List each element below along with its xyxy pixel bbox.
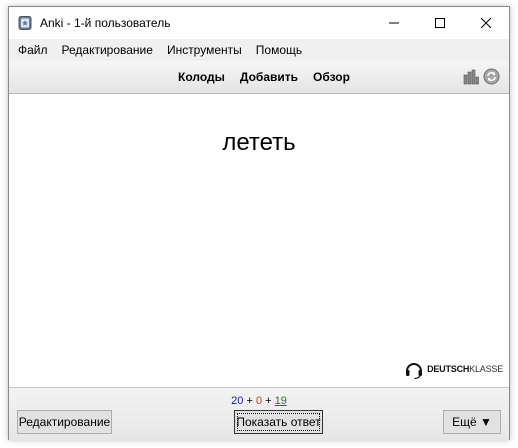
logo-text-bold: DEUTSCH [427,364,470,374]
show-answer-button[interactable]: Показать ответ [234,410,323,434]
minimize-icon [389,22,399,24]
count-separator: + [246,395,253,407]
menu-file[interactable]: Файл [11,43,55,57]
anki-window: Anki - 1-й пользователь Файл Редактирова… [8,6,510,440]
maximize-icon [435,18,445,28]
menu-help[interactable]: Помощь [249,43,309,57]
headset-icon [406,363,423,379]
close-button[interactable] [463,7,509,39]
anki-app-icon [18,16,32,30]
add-link[interactable]: Добавить [240,70,298,84]
minimize-button[interactable] [371,7,417,39]
top-toolbar: Колоды Добавить Обзор [9,61,509,94]
edit-button[interactable]: Редактирование [17,410,112,434]
sync-icon[interactable] [483,68,500,85]
bottom-bar: 20 + 0 + 19 Редактирование Показать отве… [9,387,509,440]
review-count: 19 [274,395,287,407]
maximize-button[interactable] [417,7,463,39]
title-bar: Anki - 1-й пользователь [9,7,509,39]
menu-edit[interactable]: Редактирование [55,43,160,57]
count-separator: + [265,395,272,407]
logo-text-thin: KLASSE [469,364,503,374]
due-counts: 20 + 0 + 19 [9,395,509,407]
logo-text: DEUTSCHKLASSE [427,364,503,374]
menu-bar: Файл Редактирование Инструменты Помощь [9,39,509,61]
toolbar-links: Колоды Добавить Обзор [9,70,509,84]
card-view: лететь DEUTSCHKLASSE [9,95,509,387]
browse-link[interactable]: Обзор [313,70,350,84]
close-icon [481,18,491,28]
decks-link[interactable]: Колоды [178,70,225,84]
card-front-text: лететь [222,129,296,156]
new-count: 20 [231,395,244,407]
menu-tools[interactable]: Инструменты [160,43,249,57]
more-button[interactable]: Ещё ▼ [443,410,501,434]
stats-icon[interactable] [463,69,479,85]
deutschklasse-logo: DEUTSCHKLASSE [404,359,503,379]
window-title: Anki - 1-й пользователь [40,16,171,30]
learning-count: 0 [255,395,263,407]
